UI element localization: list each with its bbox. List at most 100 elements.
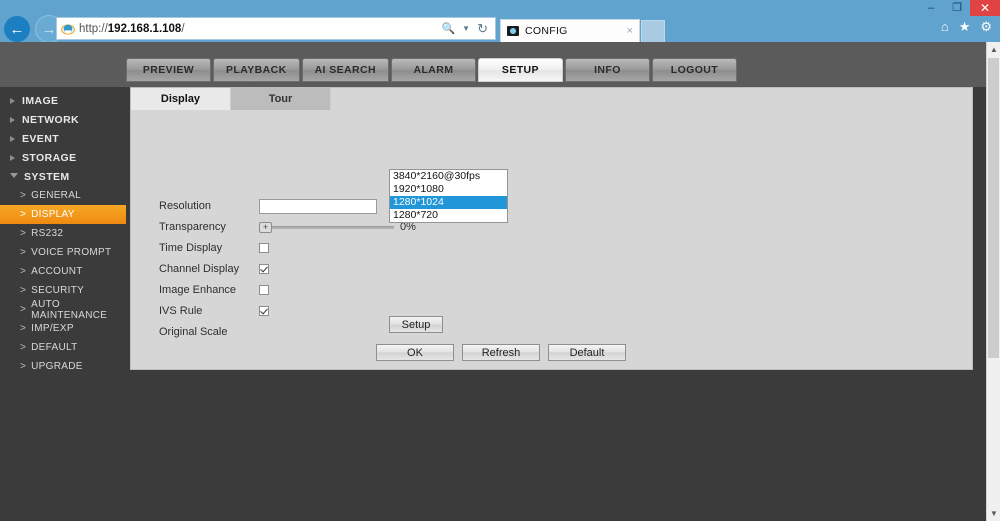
label-resolution: Resolution [159,200,211,212]
sidebar-item-label: DISPLAY [31,209,75,220]
main-nav-tabs: PREVIEW PLAYBACK AI SEARCH ALARM SETUP I… [126,58,739,82]
sub-tabs: Display Tour [131,88,331,110]
checkbox-image-enhance[interactable] [259,285,269,295]
chevron-right-icon: > [20,190,27,201]
sidebar-item-auto-maintenance[interactable]: > AUTO MAINTENANCE [0,298,126,321]
scrollbar-thumb[interactable] [988,58,999,358]
sidebar-item-label: DEFAULT [31,342,78,353]
camera-icon [507,26,519,36]
transparency-slider[interactable]: + [259,222,394,233]
favorites-star-icon[interactable]: ★ [959,20,971,33]
close-button[interactable]: ✕ [970,0,1000,16]
checkbox-time-display[interactable] [259,243,269,253]
ok-button[interactable]: OK [376,344,454,361]
url-prefix: http:// [79,22,108,35]
navigation-buttons: ← → [4,15,63,43]
sidebar-item-rs232[interactable]: > RS232 [0,224,126,243]
sidebar-item-voice-prompt[interactable]: > VOICE PROMPT [0,243,126,262]
label-ivs-rule: IVS Rule [159,305,203,317]
chevron-right-icon [10,97,15,104]
chevron-right-icon: > [20,361,27,372]
sidebar-item-label: VOICE PROMPT [31,247,112,258]
checkbox-channel-display[interactable] [259,264,269,274]
sidebar-item-general[interactable]: > GENERAL [0,186,126,205]
label-image-enhance: Image Enhance [159,284,237,296]
resolution-select[interactable] [259,198,377,214]
new-tab-button[interactable] [641,20,665,42]
row-resolution: Resolution [159,198,377,214]
dropdown-option[interactable]: 3840*2160@30fps [390,170,507,183]
tab-info[interactable]: INFO [564,58,650,82]
slider-track [259,226,394,229]
url-host: 192.168.1.108 [107,22,182,35]
sidebar-group-system[interactable]: SYSTEM [0,167,126,186]
tab-alarm[interactable]: ALARM [390,58,476,82]
chevron-right-icon: > [20,304,27,315]
tab-logout[interactable]: LOGOUT [651,58,737,82]
chevron-right-icon: > [20,285,27,296]
setup-button[interactable]: Setup [389,316,443,333]
chevron-down-icon [10,172,18,181]
sidebar-item-label: AUTO MAINTENANCE [31,298,108,321]
row-transparency: Transparency + 0% [159,220,416,234]
sidebar-group-network[interactable]: NETWORK [0,110,126,129]
sidebar-group-label: IMAGE [22,94,59,107]
sidebar-group-image[interactable]: IMAGE [0,91,126,110]
tab-setup[interactable]: SETUP [477,58,563,82]
row-time-display: Time Display [159,241,269,255]
sidebar-item-imp-exp[interactable]: > IMP/EXP [0,319,126,338]
chevron-right-icon: > [20,228,27,239]
sidebar-group-event[interactable]: EVENT [0,129,126,148]
home-icon[interactable]: ⌂ [941,20,949,33]
sidebar-item-label: SECURITY [31,285,85,296]
sidebar-item-label: IMP/EXP [31,323,74,334]
checkbox-ivs-rule[interactable] [259,306,269,316]
sidebar-item-security[interactable]: > SECURITY [0,281,126,300]
sidebar-group-storage[interactable]: STORAGE [0,148,126,167]
sidebar-group-label: EVENT [22,132,60,145]
refresh-button[interactable]: Refresh [462,344,540,361]
label-original-scale: Original Scale [159,326,228,338]
subtab-tour[interactable]: Tour [231,88,331,110]
address-bar-actions: 🔍 ▼ ↻ [441,21,491,37]
refresh-icon[interactable]: ↻ [477,21,488,37]
sidebar-item-default[interactable]: > DEFAULT [0,338,126,357]
ie-logo-icon [61,23,75,35]
browser-chrome: – ❐ ✕ ← → http://192.168.1.108/ 🔍 ▼ ↻ CO… [0,0,1000,43]
scroll-down-arrow-icon[interactable]: ▼ [987,506,1000,521]
tab-ai-search[interactable]: AI SEARCH [301,58,389,82]
chevron-down-icon[interactable]: ▼ [462,24,470,33]
dropdown-option[interactable]: 1280*720 [390,209,507,222]
dropdown-option-selected[interactable]: 1280*1024 [390,196,507,209]
chevron-right-icon: > [20,247,27,258]
tab-playback[interactable]: PLAYBACK [213,58,300,82]
url-suffix: / [181,22,185,35]
address-bar[interactable]: http://192.168.1.108/ 🔍 ▼ ↻ [56,17,496,40]
minimize-button[interactable]: – [918,0,944,16]
sidebar: IMAGE NETWORK EVENT STORAGE SYSTEM > GEN… [0,87,126,521]
slider-handle[interactable]: + [259,222,272,233]
gear-icon[interactable]: ⚙ [980,20,992,33]
chevron-right-icon [10,116,15,123]
close-icon[interactable]: × [627,25,633,37]
tab-preview[interactable]: PREVIEW [126,58,211,82]
default-button[interactable]: Default [548,344,626,361]
sidebar-group-label: SYSTEM [24,170,70,183]
row-image-enhance: Image Enhance [159,283,269,297]
search-icon[interactable]: 🔍 [441,22,455,35]
sidebar-item-upgrade[interactable]: > UPGRADE [0,357,126,376]
scroll-up-arrow-icon[interactable]: ▲ [987,42,1000,57]
url-text: http://192.168.1.108/ [79,23,441,35]
restore-button[interactable]: ❐ [944,0,970,16]
sidebar-item-account[interactable]: > ACCOUNT [0,262,126,281]
vertical-scrollbar[interactable]: ▲ ▼ [986,42,1000,521]
browser-tab-config[interactable]: CONFIG × [500,19,640,42]
resolution-dropdown-list[interactable]: 3840*2160@30fps 1920*1080 1280*1024 1280… [389,169,508,223]
sidebar-item-display[interactable]: > DISPLAY [0,205,126,224]
content-panel: Display Tour Resolution Transparency + 0… [130,87,973,370]
subtab-display[interactable]: Display [131,88,231,110]
chevron-right-icon: > [20,342,27,353]
dropdown-option[interactable]: 1920*1080 [390,183,507,196]
back-arrow-icon[interactable]: ← [4,16,30,42]
chevron-right-icon: > [20,323,27,334]
